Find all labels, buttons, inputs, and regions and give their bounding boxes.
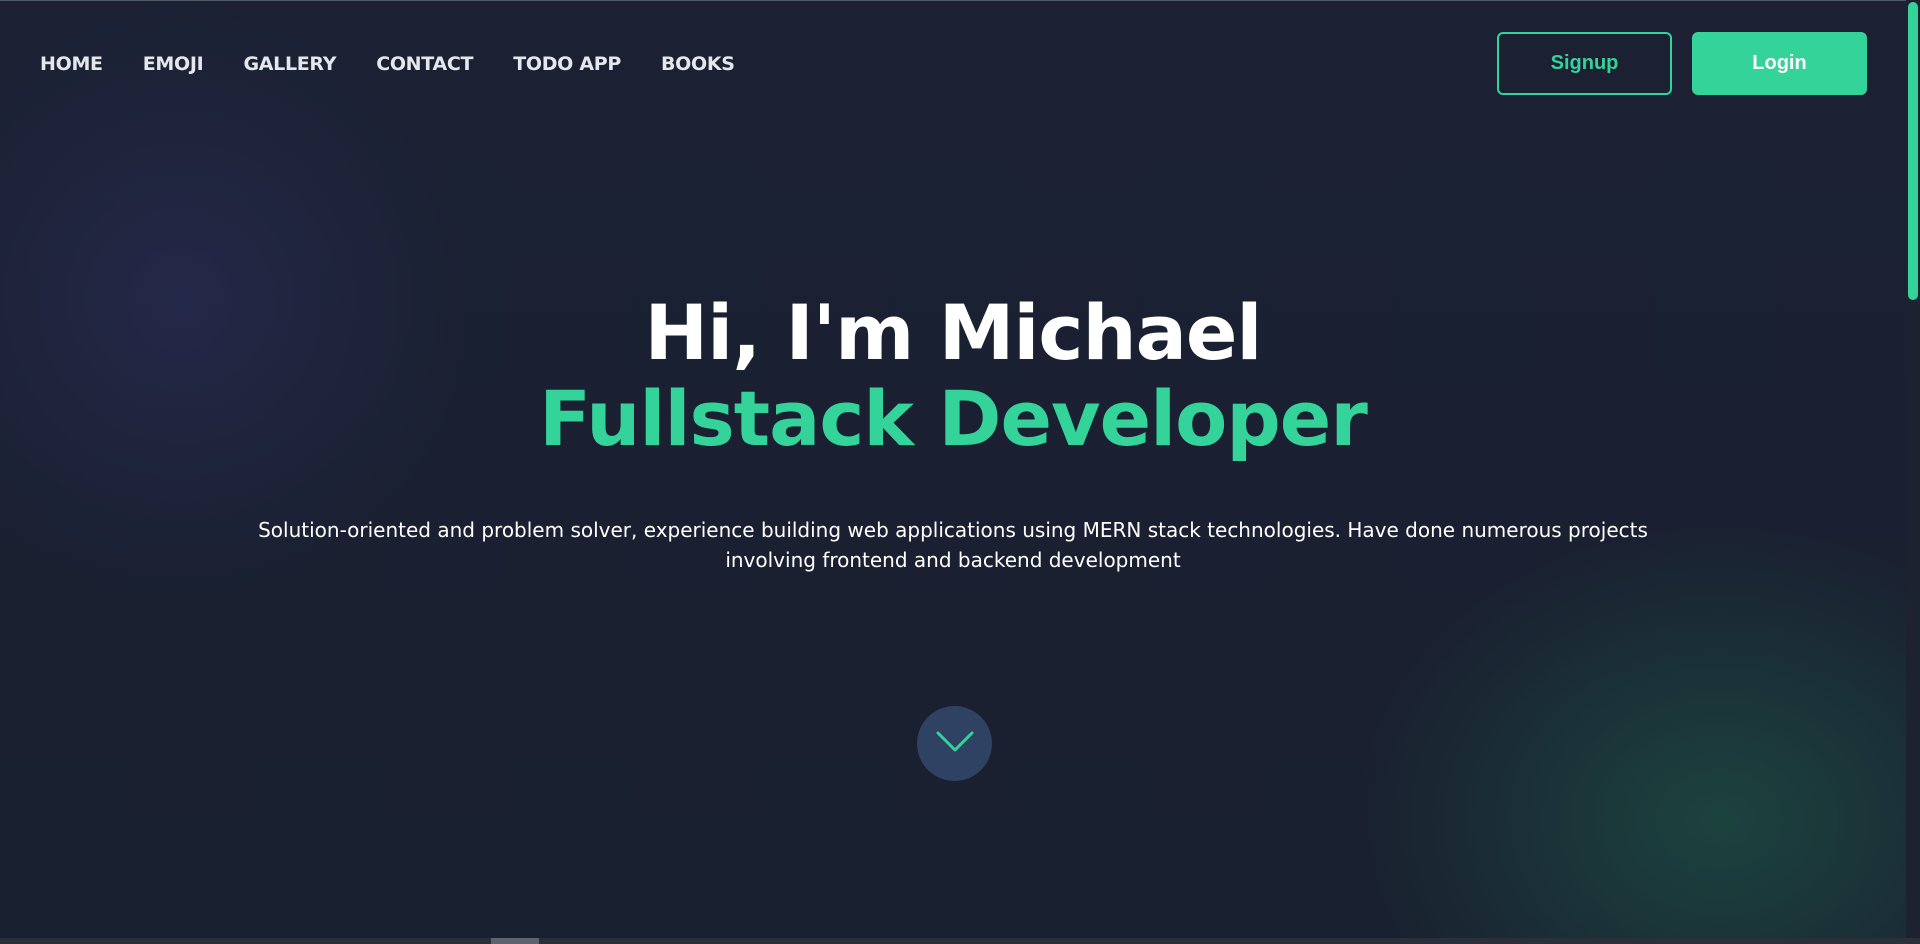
hero-section: Hi, I'm Michael Fullstack Developer Solu…	[0, 288, 1906, 573]
login-button[interactable]: Login	[1692, 32, 1867, 95]
nav-item-contact[interactable]: CONTACT	[376, 53, 473, 75]
scroll-down-button[interactable]	[917, 706, 992, 781]
nav-item-todo-app[interactable]: TODO APP	[513, 53, 621, 75]
signup-button[interactable]: Signup	[1497, 32, 1672, 95]
main-navigation: HOME EMOJI GALLERY CONTACT TODO APP BOOK…	[0, 0, 1906, 128]
horizontal-scrollbar-thumb[interactable]	[491, 938, 539, 944]
vertical-scrollbar-thumb[interactable]	[1908, 2, 1918, 300]
nav-links: HOME EMOJI GALLERY CONTACT TODO APP BOOK…	[40, 53, 775, 75]
auth-buttons: Signup Login	[1497, 32, 1867, 95]
horizontal-scrollbar[interactable]	[0, 938, 1920, 944]
nav-item-books[interactable]: BOOKS	[661, 53, 735, 75]
nav-item-emoji[interactable]: EMOJI	[143, 53, 204, 75]
hero-description: Solution-oriented and problem solver, ex…	[258, 518, 1648, 572]
hero-greeting: Hi, I'm Michael	[644, 288, 1263, 377]
vertical-scrollbar[interactable]	[1906, 0, 1920, 938]
page: HOME EMOJI GALLERY CONTACT TODO APP BOOK…	[0, 0, 1920, 944]
nav-item-gallery[interactable]: GALLERY	[243, 53, 336, 75]
chevron-down-icon	[935, 730, 975, 758]
nav-item-home[interactable]: HOME	[40, 53, 103, 75]
hero-role: Fullstack Developer	[539, 374, 1368, 463]
